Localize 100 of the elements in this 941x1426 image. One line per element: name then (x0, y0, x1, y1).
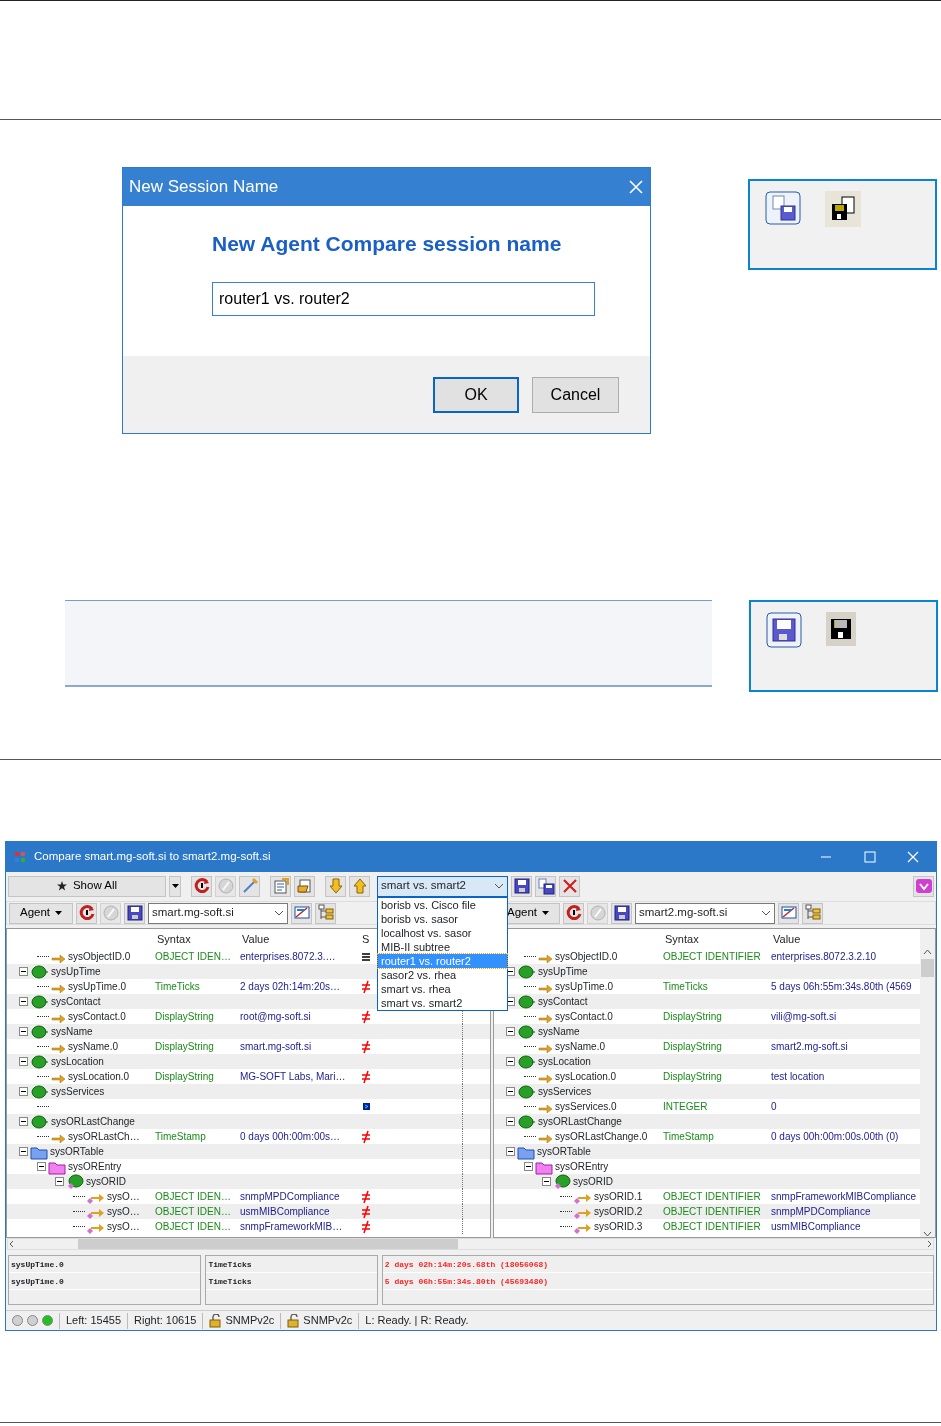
scroll-right-icon[interactable] (925, 1240, 933, 1248)
tree-node-label[interactable]: sysORID (86, 1174, 126, 1189)
tree-node-label[interactable]: sysORID.2 (594, 1204, 643, 1219)
tree-row[interactable]: sysORTable (494, 1144, 920, 1159)
dropdown-button[interactable] (169, 875, 181, 897)
tree-row[interactable]: sysName (7, 1024, 490, 1039)
collapse-icon[interactable] (19, 1117, 28, 1126)
save-button[interactable] (611, 902, 632, 924)
tree-node-label[interactable]: sysORTable (537, 1144, 591, 1159)
close-icon[interactable] (907, 851, 921, 863)
tree-node-label[interactable]: sysORID.3 (594, 1219, 643, 1234)
tree-node-label[interactable]: sysUpTime.0 (555, 979, 613, 994)
scroll-up-icon[interactable] (923, 949, 932, 955)
refresh-button[interactable] (191, 875, 212, 897)
refresh-button[interactable] (76, 902, 97, 924)
tree-row[interactable]: sysORLastChange (7, 1114, 490, 1129)
tree-node-label[interactable]: sysContact.0 (555, 1009, 613, 1024)
tree-row[interactable]: sysORID (494, 1174, 920, 1189)
tree-row[interactable]: sysLocation (7, 1054, 490, 1069)
dropdown-option[interactable]: localhost vs. sasor (378, 925, 507, 940)
tree-row[interactable]: sysORLastChange (494, 1114, 920, 1129)
collapse-icon[interactable] (19, 997, 28, 1006)
mib-button[interactable] (291, 902, 312, 924)
tree-node-label[interactable]: sysO… (107, 1204, 140, 1219)
down-arrow-button[interactable] (325, 875, 346, 897)
tree-button[interactable] (802, 902, 823, 924)
collapse-icon[interactable] (506, 1117, 515, 1126)
collapse-icon[interactable] (506, 1147, 515, 1156)
column-header[interactable]: Value (237, 929, 357, 949)
tree-node-label[interactable]: sysName.0 (555, 1039, 605, 1054)
tree-node-label[interactable]: sysORLastChange (538, 1114, 622, 1129)
tree-row[interactable]: sysORID (7, 1174, 490, 1189)
column-header[interactable]: Syntax (660, 929, 768, 949)
tree-node-label[interactable]: sysServices (538, 1084, 592, 1099)
column-header[interactable]: S (357, 929, 377, 949)
show-all-button[interactable]: Show All (8, 875, 166, 897)
ok-button[interactable]: OK (433, 376, 519, 413)
column-header[interactable]: Syntax (152, 929, 237, 949)
mib-button[interactable] (778, 902, 799, 924)
scrollbar[interactable] (7, 1238, 934, 1250)
tree-node-label[interactable]: sysLocation (538, 1054, 591, 1069)
tree-row[interactable]: sysServices (7, 1084, 490, 1099)
dropdown-option[interactable]: MIB-II subtree (378, 939, 507, 954)
scrollbar[interactable] (920, 929, 935, 1237)
tree-node-label[interactable]: sysORID (573, 1174, 613, 1189)
file-combo[interactable]: smart.mg-soft.si (148, 902, 288, 924)
collapse-icon[interactable] (55, 1177, 64, 1186)
tree-node-label[interactable]: sysName (538, 1024, 580, 1039)
close-icon[interactable] (628, 179, 644, 195)
collapse-icon[interactable] (506, 967, 515, 976)
tree-node-label[interactable]: sysObjectID.0 (555, 949, 618, 964)
scrollbar-thumb[interactable] (78, 1239, 458, 1249)
session-name-field[interactable]: router1 vs. router2 (212, 281, 595, 316)
tree-row[interactable]: sysName (494, 1024, 920, 1039)
delete-button[interactable] (559, 875, 580, 897)
tree-node-label[interactable]: sysUpTime.0 (68, 979, 126, 994)
scrollbar-thumb[interactable] (921, 959, 934, 977)
collapse-icon[interactable] (37, 1162, 46, 1171)
tree-node-label[interactable]: sysLocation (51, 1054, 104, 1069)
collapse-icon[interactable] (19, 1087, 28, 1096)
save-button[interactable] (511, 875, 532, 897)
tree-node-label[interactable]: sysORLastChange.0 (555, 1129, 648, 1144)
cancel-button[interactable]: Cancel (532, 376, 619, 413)
collapse-icon[interactable] (19, 1147, 28, 1156)
tree-node-label[interactable]: sysServices (51, 1084, 105, 1099)
tree-node-label[interactable]: sysOREntry (68, 1159, 122, 1174)
scroll-left-icon[interactable] (8, 1240, 16, 1248)
file-combo[interactable]: smart2.mg-soft.si (635, 902, 775, 924)
tree-node-label[interactable]: sysObjectID.0 (68, 949, 131, 964)
properties-button[interactable] (270, 875, 291, 897)
tree-node-label[interactable]: sysUpTime (51, 964, 101, 979)
tree-node-label[interactable]: sysName (51, 1024, 93, 1039)
tree-node-label[interactable]: sysOREntry (555, 1159, 609, 1174)
collapse-icon[interactable] (524, 1162, 533, 1171)
tree-node-label[interactable]: sysUpTime (538, 964, 588, 979)
scroll-down-icon[interactable] (923, 1231, 932, 1237)
tree-node-label[interactable]: sysORLastCh… (68, 1129, 140, 1144)
up-arrow-button[interactable] (349, 875, 370, 897)
collapse-icon[interactable] (506, 1027, 515, 1036)
tree-row[interactable]: sysServices (494, 1084, 920, 1099)
tree-node-label[interactable]: sysName.0 (68, 1039, 118, 1054)
tree-node-label[interactable]: sysContact (51, 994, 101, 1009)
tree-row[interactable]: sysORID.2 OBJECT IDENTIFIER snmpMPDCompliance (494, 1204, 920, 1219)
maximize-icon[interactable] (863, 851, 877, 863)
collapse-icon[interactable] (19, 1027, 28, 1036)
tree-node-label[interactable]: sysO… (107, 1219, 140, 1234)
tree-node-label[interactable]: sysLocation.0 (555, 1069, 617, 1084)
tree-node-label[interactable]: sysO… (107, 1189, 140, 1204)
tree-node-label[interactable]: sysORID.1 (594, 1189, 643, 1204)
tree-button[interactable] (315, 902, 336, 924)
collapse-icon[interactable] (19, 1057, 28, 1066)
collapse-icon[interactable] (506, 1057, 515, 1066)
tree-node-label[interactable]: sysContact (538, 994, 588, 1009)
collapse-icon[interactable] (19, 967, 28, 976)
collapse-icon[interactable] (506, 997, 515, 1006)
collapse-icon[interactable] (506, 1087, 515, 1096)
export-button[interactable] (294, 875, 315, 897)
agent-button[interactable]: Agent (9, 902, 73, 924)
tree-node-label[interactable]: sysContact.0 (68, 1009, 126, 1024)
save-as-button[interactable] (535, 875, 556, 897)
